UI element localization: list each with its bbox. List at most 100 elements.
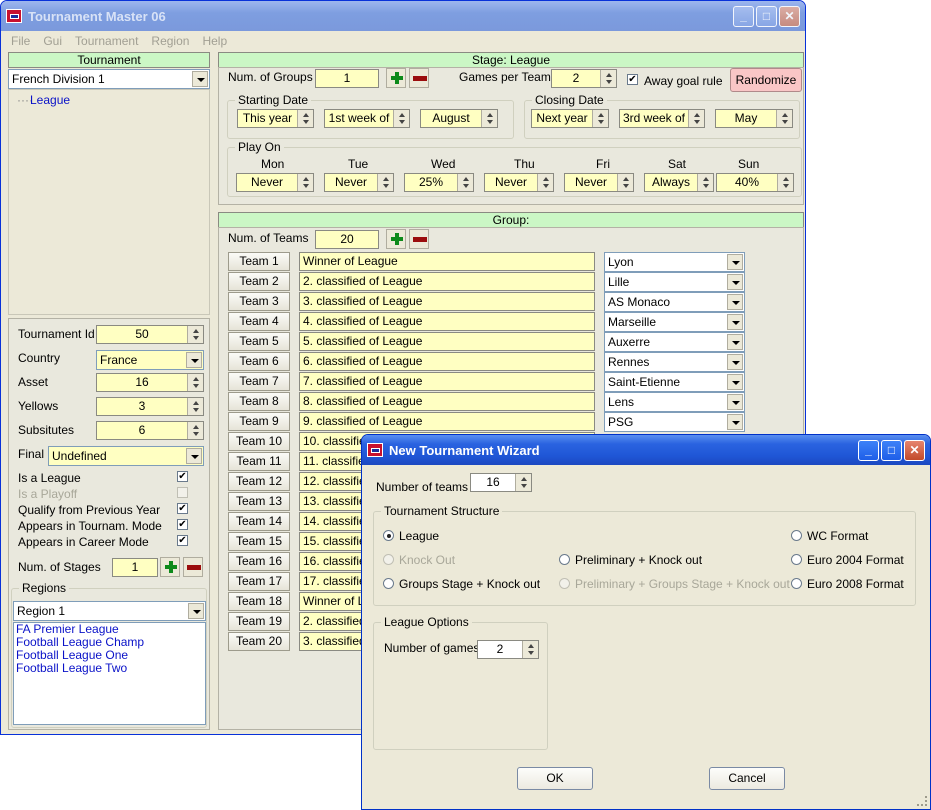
wizard-titlebar[interactable]: New Tournament Wizard _ □ ✕ <box>362 435 930 465</box>
menu-region[interactable]: Region <box>151 34 189 48</box>
games-per-team-spinner[interactable]: 2 <box>551 69 617 88</box>
region-list[interactable]: FA Premier League Football League Champ … <box>13 622 206 725</box>
remove-stage-icon[interactable] <box>183 557 203 577</box>
team-qualification[interactable]: 2. classified of League <box>299 272 595 291</box>
add-group-icon[interactable] <box>386 68 406 88</box>
play-tue-spinner[interactable]: Never <box>324 173 394 192</box>
team-button[interactable]: Team 12 <box>228 472 290 491</box>
away-goal-checkbox[interactable]: ✔ <box>627 74 638 85</box>
chevron-down-icon[interactable] <box>727 334 743 350</box>
add-stage-icon[interactable] <box>160 557 180 577</box>
subs-spinner[interactable]: 6 <box>96 421 204 440</box>
chevron-down-icon[interactable] <box>186 448 202 464</box>
remove-group-icon[interactable] <box>409 68 429 88</box>
maximize-icon[interactable]: □ <box>756 6 777 27</box>
chevron-down-icon[interactable] <box>186 352 202 368</box>
minimize-icon[interactable]: _ <box>858 440 879 461</box>
team-button[interactable]: Team 4 <box>228 312 290 331</box>
is-playoff-checkbox[interactable] <box>177 487 188 498</box>
start-month-spinner[interactable]: August <box>420 109 498 128</box>
menu-file[interactable]: File <box>11 34 30 48</box>
ok-button[interactable]: OK <box>517 767 593 790</box>
team-qualification[interactable]: 3. classified of League <box>299 292 595 311</box>
team-button[interactable]: Team 10 <box>228 432 290 451</box>
team-button[interactable]: Team 19 <box>228 612 290 631</box>
radio-wc-format[interactable] <box>791 530 802 541</box>
radio-league[interactable] <box>383 530 394 541</box>
team-button[interactable]: Team 17 <box>228 572 290 591</box>
chevron-down-icon[interactable] <box>727 314 743 330</box>
tournament-select[interactable]: French Division 1 <box>8 69 210 89</box>
country-select[interactable]: France <box>96 350 204 370</box>
close-icon[interactable]: ✕ <box>779 6 800 27</box>
team-button[interactable]: Team 9 <box>228 412 290 431</box>
qualify-prev-checkbox[interactable]: ✔ <box>177 503 188 514</box>
tournament-tree[interactable]: ···· League <box>8 89 210 315</box>
team-button[interactable]: Team 2 <box>228 272 290 291</box>
is-league-checkbox[interactable]: ✔ <box>177 471 188 482</box>
num-games-spinner[interactable]: 2 <box>477 640 539 659</box>
randomize-button[interactable]: Randomize <box>730 68 802 92</box>
num-stages-field[interactable]: 1 <box>112 558 158 577</box>
main-titlebar[interactable]: Tournament Master 06 _ □ ✕ <box>1 1 805 31</box>
play-fri-spinner[interactable]: Never <box>564 173 634 192</box>
menu-help[interactable]: Help <box>202 34 227 48</box>
start-year-spinner[interactable]: This year <box>237 109 314 128</box>
minimize-icon[interactable]: _ <box>733 6 754 27</box>
start-week-spinner[interactable]: 1st week of <box>324 109 410 128</box>
team-button[interactable]: Team 14 <box>228 512 290 531</box>
team-qualification[interactable]: 9. classified of League <box>299 412 595 431</box>
team-button[interactable]: Team 16 <box>228 552 290 571</box>
menu-gui[interactable]: Gui <box>43 34 62 48</box>
team-qualification[interactable]: 7. classified of League <box>299 372 595 391</box>
tree-item-league[interactable]: League <box>30 93 70 107</box>
career-mode-checkbox[interactable]: ✔ <box>177 535 188 546</box>
chevron-down-icon[interactable] <box>192 71 208 87</box>
team-button[interactable]: Team 11 <box>228 452 290 471</box>
team-button[interactable]: Team 5 <box>228 332 290 351</box>
play-wed-spinner[interactable]: 25% <box>404 173 474 192</box>
region-item[interactable]: Football League Two <box>14 662 205 675</box>
team-club-select[interactable]: Saint-Etienne <box>604 372 745 392</box>
asset-spinner[interactable]: 16 <box>96 373 204 392</box>
region-select[interactable]: Region 1 <box>13 601 206 621</box>
chevron-down-icon[interactable] <box>727 374 743 390</box>
wizard-num-teams-spinner[interactable]: 16 <box>470 473 532 492</box>
resize-grip-icon[interactable] <box>917 796 927 806</box>
team-button[interactable]: Team 6 <box>228 352 290 371</box>
team-club-select[interactable]: AS Monaco <box>604 292 745 312</box>
team-button[interactable]: Team 15 <box>228 532 290 551</box>
radio-euro-2004[interactable] <box>791 554 802 565</box>
play-mon-spinner[interactable]: Never <box>236 173 314 192</box>
team-button[interactable]: Team 7 <box>228 372 290 391</box>
close-year-spinner[interactable]: Next year <box>531 109 609 128</box>
menu-tournament[interactable]: Tournament <box>75 34 138 48</box>
play-sat-spinner[interactable]: Always <box>644 173 714 192</box>
close-icon[interactable]: ✕ <box>904 440 925 461</box>
team-club-select[interactable]: PSG <box>604 412 745 432</box>
team-club-select[interactable]: Auxerre <box>604 332 745 352</box>
radio-preliminary-knock-out[interactable] <box>559 554 570 565</box>
chevron-down-icon[interactable] <box>727 354 743 370</box>
team-club-select[interactable]: Marseille <box>604 312 745 332</box>
radio-euro-2008[interactable] <box>791 578 802 589</box>
add-team-icon[interactable] <box>386 229 406 249</box>
team-qualification[interactable]: 4. classified of League <box>299 312 595 331</box>
close-week-spinner[interactable]: 3rd week of <box>619 109 705 128</box>
chevron-down-icon[interactable] <box>727 254 743 270</box>
team-club-select[interactable]: Lens <box>604 392 745 412</box>
tournament-id-spinner[interactable]: 50 <box>96 325 204 344</box>
team-qualification[interactable]: 5. classified of League <box>299 332 595 351</box>
chevron-down-icon[interactable] <box>188 603 204 619</box>
team-button[interactable]: Team 8 <box>228 392 290 411</box>
num-groups-field[interactable]: 1 <box>315 69 379 88</box>
radio-preliminary-groups-knock-out[interactable] <box>559 578 570 589</box>
radio-knock-out[interactable] <box>383 554 394 565</box>
team-club-select[interactable]: Lyon <box>604 252 745 272</box>
chevron-down-icon[interactable] <box>727 394 743 410</box>
team-qualification[interactable]: 8. classified of League <box>299 392 595 411</box>
team-button[interactable]: Team 20 <box>228 632 290 651</box>
cancel-button[interactable]: Cancel <box>709 767 785 790</box>
close-month-spinner[interactable]: May <box>715 109 793 128</box>
yellows-spinner[interactable]: 3 <box>96 397 204 416</box>
